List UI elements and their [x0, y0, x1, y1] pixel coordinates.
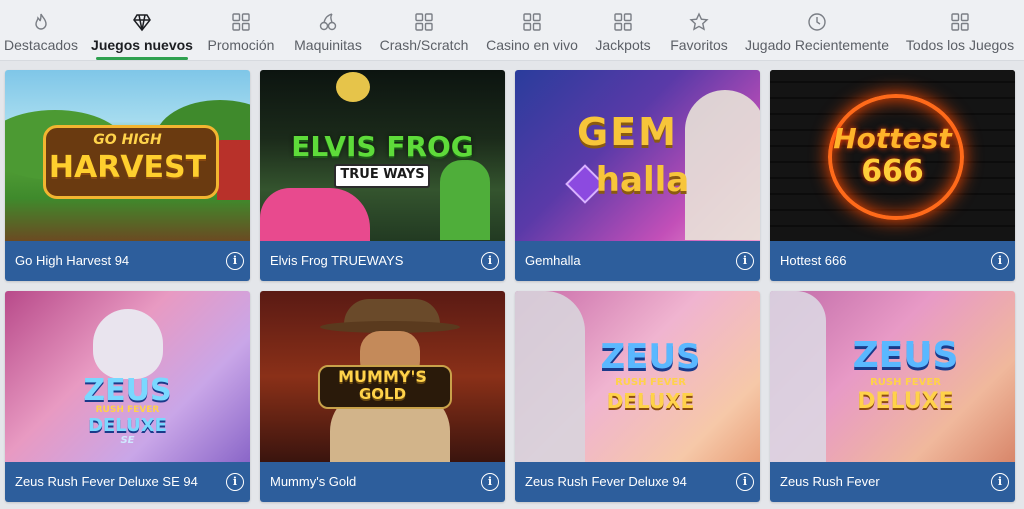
- nav-label: Favoritos: [670, 37, 728, 53]
- info-icon[interactable]: i: [991, 252, 1009, 270]
- game-thumbnail: ZEUS RUSH FEVER DELUXE: [515, 291, 760, 462]
- nav-label: Jackpots: [595, 37, 651, 53]
- game-tile-zeus-rush-fever[interactable]: ZEUS RUSH FEVER DELUXE Zeus Rush Fever i: [770, 291, 1015, 502]
- game-logo-line: HARVEST: [48, 150, 207, 185]
- nav-item-crash-scratch[interactable]: Crash/Scratch: [380, 0, 468, 60]
- game-tile-gemhalla[interactable]: GEM halla Gemhalla i: [515, 70, 760, 281]
- info-icon[interactable]: i: [736, 252, 754, 270]
- game-title: Hottest 666: [780, 253, 847, 268]
- game-logo-line: Hottest: [833, 122, 952, 155]
- game-title: Elvis Frog TRUEWAYS: [270, 253, 404, 268]
- cherries-icon: [318, 11, 338, 33]
- grid-icon: [414, 11, 434, 33]
- star-icon: [689, 11, 709, 33]
- grid-icon: [950, 11, 970, 33]
- game-thumbnail: GEM halla: [515, 70, 760, 241]
- nav-item-juegos-nuevos[interactable]: Juegos nuevos: [91, 0, 193, 60]
- nav-label: Crash/Scratch: [379, 37, 469, 53]
- game-logo-line: ZEUS: [852, 335, 959, 376]
- nav-label: Jugado Recientemente: [745, 37, 889, 53]
- game-caption: Hottest 666 i: [770, 241, 1015, 281]
- grid-icon: [522, 11, 542, 33]
- game-caption: Zeus Rush Fever Deluxe SE 94 i: [5, 462, 250, 502]
- game-tile-hottest-666[interactable]: Hottest 666 Hottest 666 i: [770, 70, 1015, 281]
- nav-item-destacados[interactable]: Destacados: [4, 0, 78, 60]
- nav-label: Promoción: [207, 37, 275, 53]
- nav-label: Juegos nuevos: [91, 37, 193, 53]
- game-title: Gemhalla: [525, 253, 581, 268]
- grid-icon: [613, 11, 633, 33]
- game-title: Zeus Rush Fever Deluxe 94: [525, 474, 687, 489]
- nav-item-jugado-recientemente[interactable]: Jugado Recientemente: [745, 0, 889, 60]
- nav-item-favoritos[interactable]: Favoritos: [670, 0, 728, 60]
- nav-item-todos-los-juegos[interactable]: Todos los Juegos: [904, 0, 1016, 60]
- game-caption: Gemhalla i: [515, 241, 760, 281]
- info-icon[interactable]: i: [991, 473, 1009, 491]
- game-tile-zeus-rush-fever-deluxe-se-94[interactable]: ZEUS RUSH FEVER DELUXE SE Zeus Rush Feve…: [5, 291, 250, 502]
- game-logo-line: RUSH FEVER: [870, 377, 941, 388]
- game-title: Zeus Rush Fever Deluxe SE 94: [15, 474, 198, 489]
- flame-icon: [31, 11, 51, 33]
- game-logo-line: GEM: [577, 110, 678, 154]
- info-icon[interactable]: i: [481, 473, 499, 491]
- diamond-icon: [132, 11, 152, 33]
- game-tile-mummys-gold[interactable]: MUMMY'S GOLD Mummy's Gold i: [260, 291, 505, 502]
- nav-item-maquinitas[interactable]: Maquinitas: [293, 0, 363, 60]
- game-thumbnail: ZEUS RUSH FEVER DELUXE SE: [5, 291, 250, 462]
- game-tile-elvis-frog[interactable]: ELVIS FROG TRUE WAYS Elvis Frog TRUEWAYS…: [260, 70, 505, 281]
- nav-label: Casino en vivo: [486, 37, 578, 53]
- game-title: Zeus Rush Fever: [780, 474, 880, 489]
- nav-item-promocion[interactable]: Promoción: [206, 0, 276, 60]
- info-icon[interactable]: i: [226, 473, 244, 491]
- game-logo-line: ELVIS FROG: [291, 130, 474, 163]
- grid-icon: [231, 11, 251, 33]
- game-thumbnail: ZEUS RUSH FEVER DELUXE: [770, 291, 1015, 462]
- game-logo-line: SE: [120, 435, 135, 446]
- game-logo-line: DELUXE: [857, 389, 954, 414]
- game-logo-line: DELUXE: [606, 389, 695, 413]
- game-logo-line: ZEUS: [83, 373, 172, 408]
- game-logo-line: TRUE WAYS: [340, 167, 425, 182]
- game-tile-zeus-rush-fever-deluxe-94[interactable]: ZEUS RUSH FEVER DELUXE Zeus Rush Fever D…: [515, 291, 760, 502]
- nav-item-casino-en-vivo[interactable]: Casino en vivo: [486, 0, 578, 60]
- game-logo-line: GOLD: [358, 385, 407, 403]
- game-logo-line: 666: [861, 154, 924, 189]
- game-tile-go-high-harvest[interactable]: GO HIGH HARVEST Go High Harvest 94 i: [5, 70, 250, 281]
- nav-label: Todos los Juegos: [905, 37, 1015, 53]
- category-nav: Destacados Juegos nuevos Promoción Maqui…: [0, 0, 1024, 61]
- game-logo-line: halla: [595, 160, 690, 200]
- game-logo-line: GO HIGH: [93, 132, 162, 148]
- nav-item-jackpots[interactable]: Jackpots: [594, 0, 652, 60]
- game-caption: Zeus Rush Fever i: [770, 462, 1015, 502]
- game-thumbnail: Hottest 666: [770, 70, 1015, 241]
- game-logo-line: ZEUS: [600, 337, 701, 377]
- game-caption: Mummy's Gold i: [260, 462, 505, 502]
- game-logo-line: RUSH FEVER: [95, 405, 160, 415]
- game-thumbnail: MUMMY'S GOLD: [260, 291, 505, 462]
- game-logo-line: RUSH FEVER: [615, 377, 686, 388]
- game-caption: Elvis Frog TRUEWAYS i: [260, 241, 505, 281]
- game-title: Go High Harvest 94: [15, 253, 130, 268]
- game-logo-line: DELUXE: [88, 415, 167, 436]
- info-icon[interactable]: i: [736, 473, 754, 491]
- game-caption: Zeus Rush Fever Deluxe 94 i: [515, 462, 760, 502]
- game-thumbnail: GO HIGH HARVEST: [5, 70, 250, 241]
- game-thumbnail: ELVIS FROG TRUE WAYS: [260, 70, 505, 241]
- game-logo-line: MUMMY'S: [338, 367, 427, 386]
- game-caption: Go High Harvest 94 i: [5, 241, 250, 281]
- info-icon[interactable]: i: [481, 252, 499, 270]
- clock-icon: [807, 11, 827, 33]
- nav-label: Maquinitas: [294, 37, 362, 53]
- nav-label: Destacados: [4, 37, 78, 53]
- game-title: Mummy's Gold: [270, 474, 357, 489]
- info-icon[interactable]: i: [226, 252, 244, 270]
